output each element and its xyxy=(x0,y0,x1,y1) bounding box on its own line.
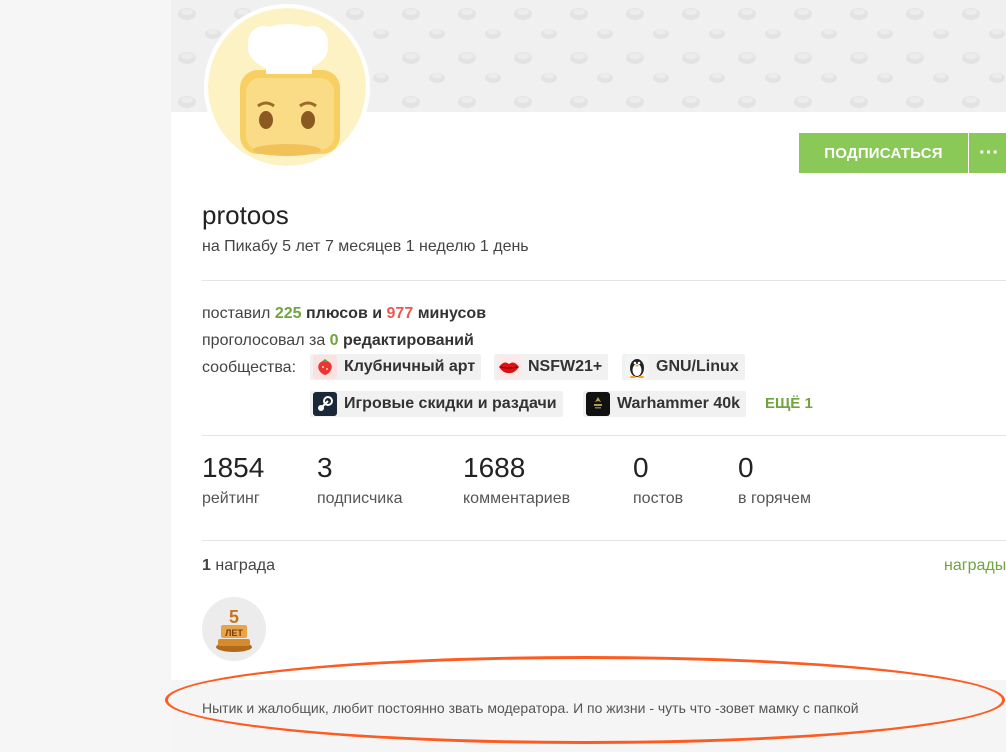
profile-card: ПОДПИСАТЬСЯ ··· protoos на Пикабу 5 лет … xyxy=(171,0,1006,752)
stat-subscribers-value[interactable]: 3 xyxy=(317,452,333,484)
more-communities-link[interactable]: ЕЩЁ 1 xyxy=(765,395,813,412)
community-name: Клубничный арт xyxy=(344,358,476,375)
awards-link[interactable]: награды xyxy=(944,557,1006,575)
stat-posts-label[interactable]: постов xyxy=(633,490,683,508)
community-nsfw21[interactable]: NSFW21+ xyxy=(494,354,609,380)
stat-comments-value[interactable]: 1688 xyxy=(463,452,525,484)
warhammer-icon xyxy=(586,392,610,416)
divider xyxy=(202,280,1006,281)
stat-hot-value[interactable]: 0 xyxy=(738,452,754,484)
strawberry-icon xyxy=(313,355,337,379)
plus-word: плюсов и xyxy=(306,305,383,322)
communities-label: сообщества: xyxy=(202,359,297,376)
penguin-icon xyxy=(625,355,649,379)
divider xyxy=(202,435,1006,436)
community-game-discounts[interactable]: Игровые скидки и раздачи xyxy=(310,391,563,417)
minus-word: минусов xyxy=(417,305,487,322)
subscribe-button[interactable]: ПОДПИСАТЬСЯ xyxy=(799,133,968,173)
about-section: Нытик и жалобщик, любит постоянно звать … xyxy=(171,680,1006,752)
stat-comments-label[interactable]: комментариев xyxy=(463,490,570,508)
community-name: NSFW21+ xyxy=(528,358,603,375)
awards-number: 1 xyxy=(202,557,211,574)
edits-count: 0 xyxy=(329,332,339,349)
svg-text:5: 5 xyxy=(229,607,239,627)
votes-line: поставил 225 плюсов и 977 минусов xyxy=(202,305,486,323)
membership-duration: на Пикабу 5 лет 7 месяцев 1 неделю 1 ден… xyxy=(202,238,529,255)
steam-icon xyxy=(313,392,337,416)
community-name: Игровые скидки и раздачи xyxy=(344,395,557,412)
stat-rating-value: 1854 xyxy=(202,452,265,483)
edits-line: проголосовал за 0 редактирований xyxy=(202,332,474,350)
divider xyxy=(202,540,1006,541)
chef-toast-avatar-icon xyxy=(208,8,366,166)
stat-posts-value[interactable]: 0 xyxy=(633,452,649,484)
edits-prefix: проголосовал за xyxy=(202,332,326,349)
svg-text:ЛЕТ: ЛЕТ xyxy=(225,628,243,638)
community-warhammer[interactable]: Warhammer 40k xyxy=(583,391,747,417)
avatar[interactable] xyxy=(204,4,370,170)
community-strawberry-art[interactable]: Клубничный арт xyxy=(310,354,482,380)
username: protoos xyxy=(202,200,289,230)
stat-subscribers-label[interactable]: подписчика xyxy=(317,490,403,508)
stat-hot-label[interactable]: в горячем xyxy=(738,490,811,508)
plus-count: 225 xyxy=(274,305,302,322)
award-5-years-badge[interactable]: ЛЕТ 5 xyxy=(202,597,266,661)
edits-word: редактирований xyxy=(343,332,474,349)
awards-count: 1 награда xyxy=(202,557,275,575)
award-5-years-icon: ЛЕТ 5 xyxy=(216,607,252,652)
lips-icon xyxy=(497,355,521,379)
community-gnu-linux[interactable]: GNU/Linux xyxy=(622,354,745,380)
minus-count: 977 xyxy=(386,305,414,322)
about-text: Нытик и жалобщик, любит постоянно звать … xyxy=(202,700,859,716)
community-name: Warhammer 40k xyxy=(617,395,741,412)
stat-rating-label: рейтинг xyxy=(202,490,260,507)
votes-prefix: поставил xyxy=(202,305,271,322)
awards-word: награда xyxy=(215,557,275,574)
community-name: GNU/Linux xyxy=(656,358,739,375)
more-options-button[interactable]: ··· xyxy=(969,133,1006,173)
